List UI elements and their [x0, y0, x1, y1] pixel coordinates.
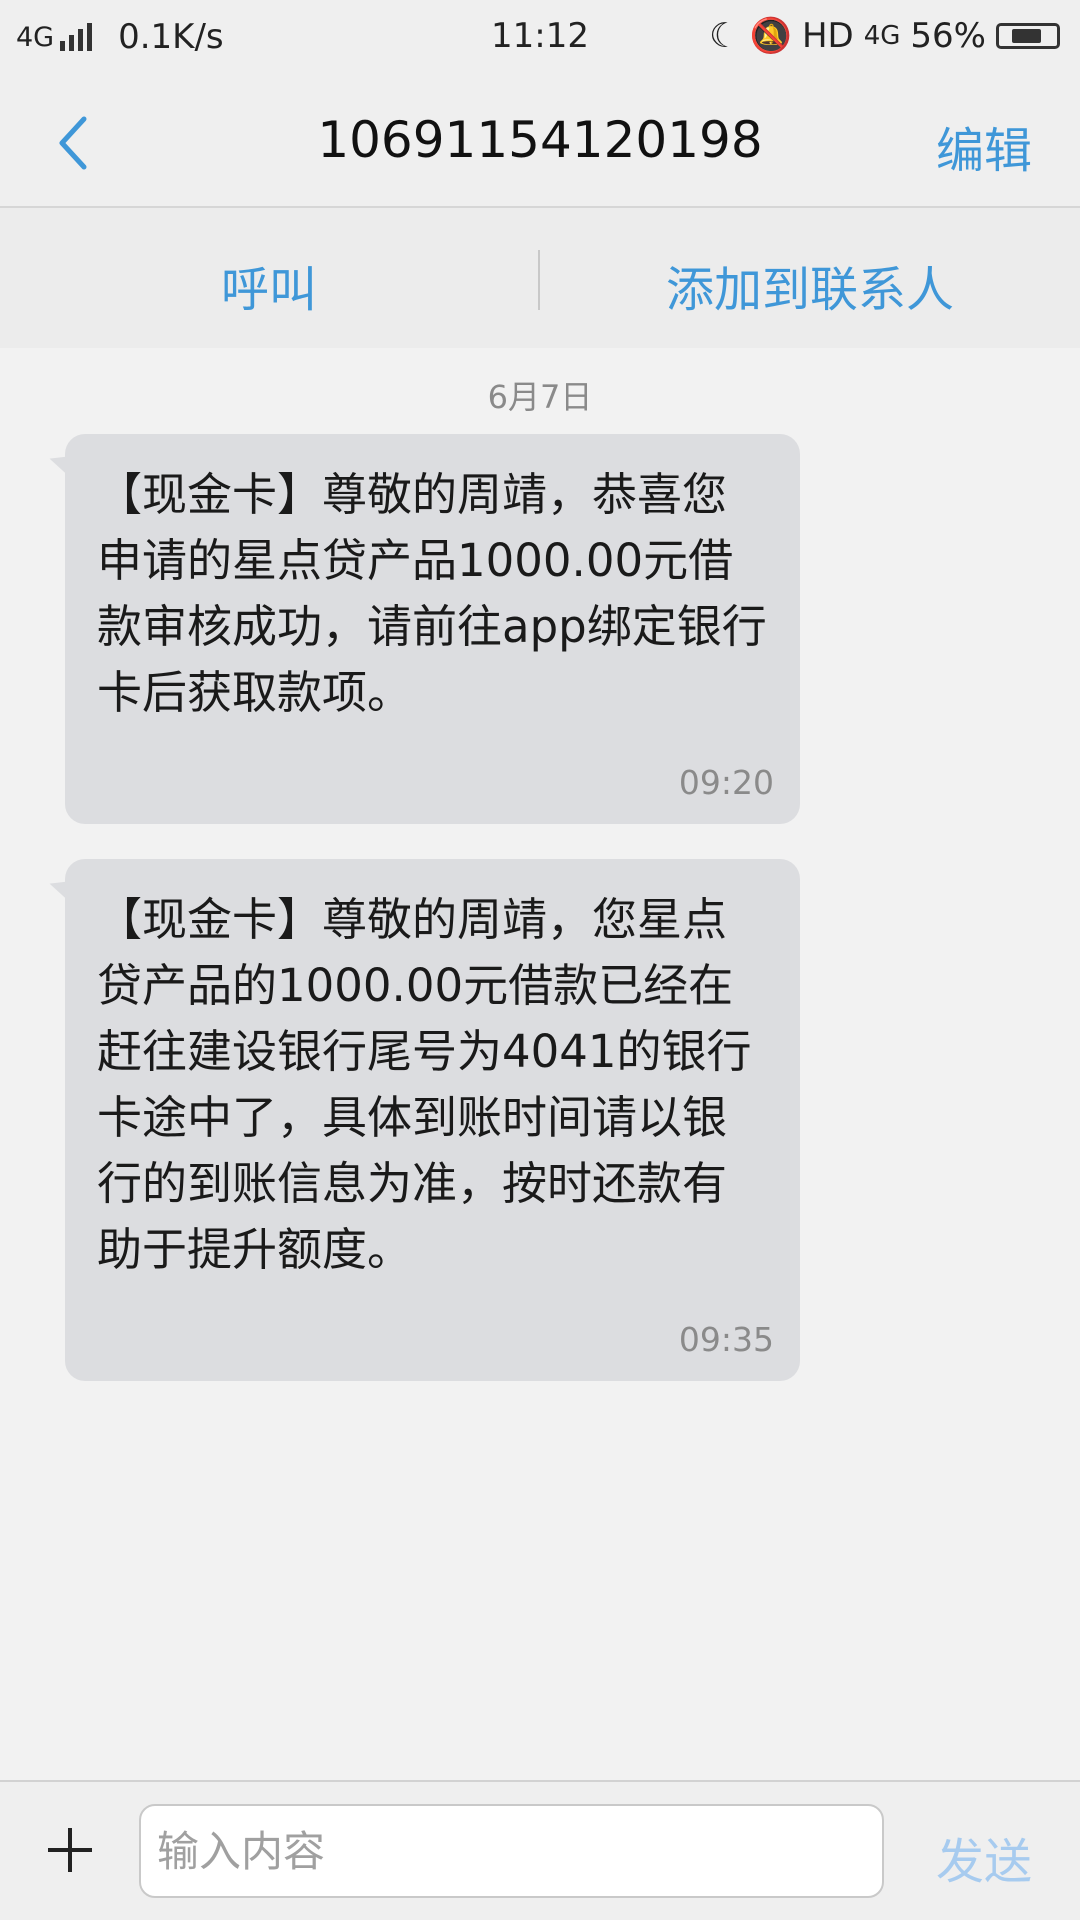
- message-text: 【现金卡】尊敬的周靖，您星点贷产品的1000.00元借款已经在赶往建设银行尾号为…: [97, 893, 752, 1276]
- message-bubble[interactable]: 【现金卡】尊敬的周靖，您星点贷产品的1000.00元借款已经在赶往建设银行尾号为…: [65, 859, 800, 1381]
- mute-bell-icon: 🔕: [749, 16, 792, 56]
- composer-bar: 发送: [0, 1780, 1080, 1920]
- network-type-2: 4G: [863, 21, 901, 51]
- hd-label: HD: [801, 16, 854, 56]
- top-nav: 10691154120198 编辑: [0, 75, 1080, 208]
- moon-icon: ☾: [709, 16, 740, 56]
- call-button[interactable]: 呼叫: [0, 250, 538, 320]
- status-bar: 4G 0.1K/s 11:12 ☾ 🔕 HD 4G 56%: [0, 0, 1080, 75]
- page-title: 10691154120198: [317, 111, 763, 169]
- message-text: 【现金卡】尊敬的周靖，恭喜您申请的星点贷产品1000.00元借款审核成功，请前往…: [97, 468, 767, 719]
- battery-percent: 56%: [910, 16, 986, 56]
- add-contact-button[interactable]: 添加到联系人: [540, 250, 1080, 320]
- date-separator: 6月7日: [487, 378, 593, 416]
- battery-icon: [996, 23, 1060, 49]
- send-button[interactable]: 发送: [936, 1822, 1032, 1892]
- message-time: 09:20: [678, 763, 774, 802]
- message-input[interactable]: [139, 1804, 884, 1898]
- contact-action-bar: 呼叫 添加到联系人: [0, 208, 1080, 348]
- message-bubble[interactable]: 【现金卡】尊敬的周靖，恭喜您申请的星点贷产品1000.00元借款审核成功，请前往…: [65, 434, 800, 824]
- plus-icon[interactable]: [40, 1820, 100, 1880]
- edit-button[interactable]: 编辑: [936, 111, 1032, 181]
- message-time: 09:35: [678, 1320, 774, 1359]
